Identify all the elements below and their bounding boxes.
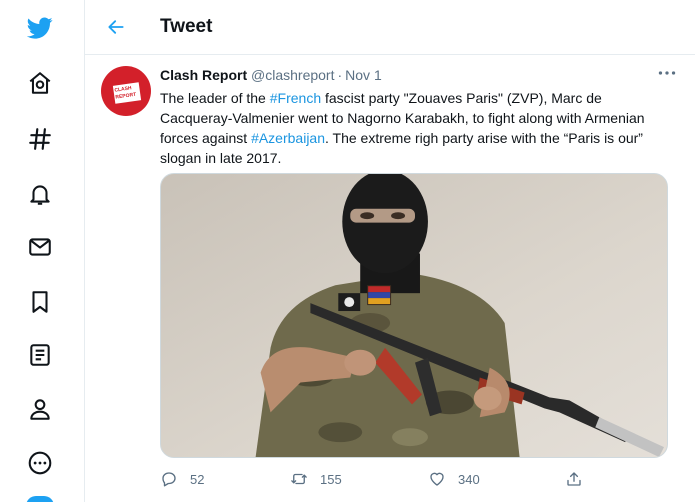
left-nav: [0, 0, 80, 502]
tweet-compose-button[interactable]: [26, 496, 54, 502]
retweet-count: 155: [320, 471, 342, 487]
hashtag-link[interactable]: #French: [270, 90, 321, 106]
share-button[interactable]: [565, 466, 583, 492]
author-name[interactable]: Clash Report: [160, 67, 247, 83]
like-button[interactable]: 340: [428, 466, 480, 492]
main-column: Tweet CLASH REPORT Clash Report @clashre…: [84, 0, 695, 502]
reply-button[interactable]: 52: [160, 466, 204, 492]
heart-icon: [430, 472, 444, 486]
author-handle[interactable]: @clashreport: [251, 67, 334, 83]
mail-icon[interactable]: [24, 231, 56, 263]
person-icon[interactable]: [24, 393, 56, 425]
reply-icon: [162, 472, 176, 487]
tweet-date[interactable]: Nov 1: [345, 67, 382, 83]
clash-report-logo: CLASH REPORT: [112, 82, 142, 104]
reply-count: 52: [190, 471, 205, 487]
hashtag-icon[interactable]: [24, 123, 56, 155]
tweet-actions: 52 155 340: [160, 466, 590, 492]
page-title: Tweet: [160, 16, 213, 37]
bell-icon[interactable]: [24, 178, 56, 210]
avatar[interactable]: CLASH REPORT: [101, 66, 151, 116]
retweet-button[interactable]: 155: [290, 466, 342, 492]
list-icon[interactable]: [24, 339, 56, 371]
bookmark-icon[interactable]: [24, 286, 56, 318]
twitter-logo-icon[interactable]: [24, 12, 56, 44]
share-icon: [567, 472, 581, 486]
like-count: 340: [458, 471, 480, 487]
tweet-meta: Clash Report @clashreport · Nov 1: [160, 67, 382, 83]
home-icon[interactable]: [24, 67, 56, 99]
retweet-icon: [291, 473, 307, 485]
page-header: Tweet: [85, 0, 695, 55]
back-arrow-icon[interactable]: [103, 14, 129, 40]
more-options-icon[interactable]: [656, 66, 678, 80]
hashtag-link[interactable]: #Azerbaijan: [251, 130, 325, 146]
tweet-photo[interactable]: [160, 173, 668, 458]
more-circle-icon[interactable]: [24, 447, 56, 479]
tweet-text: The leader of the #French fascist party …: [160, 90, 645, 166]
separator-dot: ·: [337, 67, 343, 83]
tweet: CLASH REPORT Clash Report @clashreport · N…: [85, 56, 695, 502]
